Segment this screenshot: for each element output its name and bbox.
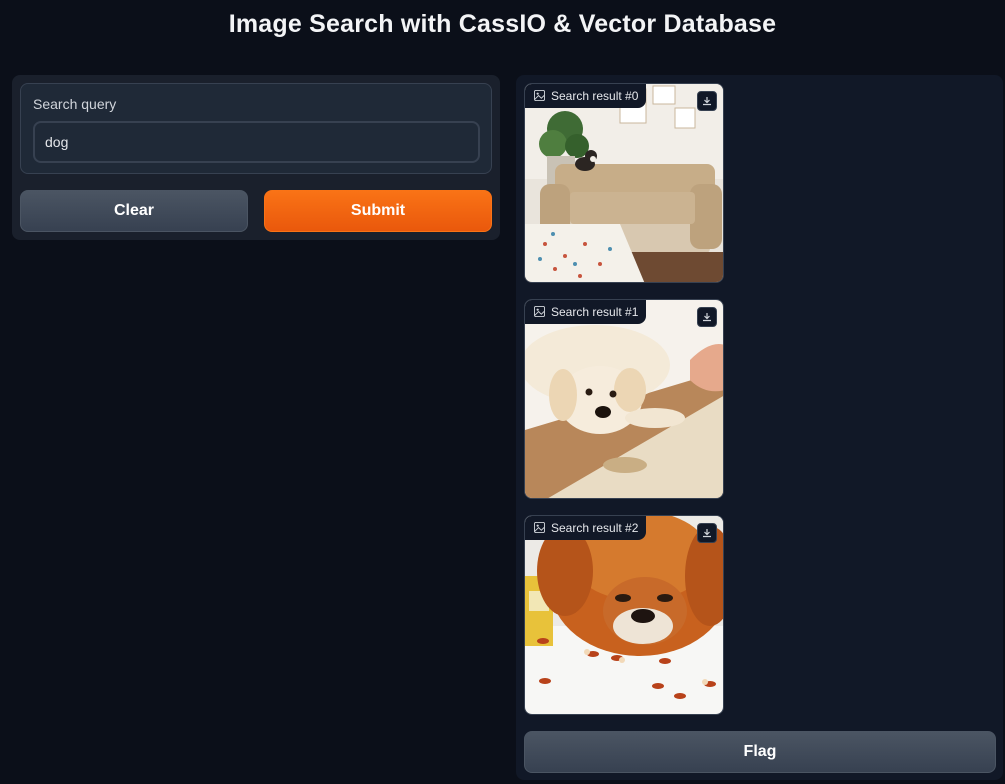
image-icon — [534, 306, 545, 317]
result-image — [525, 516, 723, 714]
image-icon — [534, 90, 545, 101]
search-result-2[interactable]: Search result #2 — [524, 515, 724, 715]
result-image — [525, 84, 723, 282]
download-icon — [703, 529, 711, 538]
download-button[interactable] — [697, 307, 717, 327]
download-button[interactable] — [697, 523, 717, 543]
flag-button[interactable]: Flag — [524, 731, 996, 773]
download-icon — [703, 313, 711, 322]
download-button[interactable] — [697, 91, 717, 111]
search-result-0[interactable]: Search result #0 — [524, 83, 724, 283]
result-label: Search result #1 — [551, 305, 639, 319]
search-input[interactable] — [33, 121, 480, 163]
result-label-badge: Search result #2 — [525, 516, 647, 540]
result-label-badge: Search result #0 — [525, 84, 647, 108]
result-label: Search result #0 — [551, 89, 639, 103]
page-title: Image Search with CassIO & Vector Databa… — [228, 10, 777, 38]
download-icon — [703, 97, 711, 106]
result-label-badge: Search result #1 — [525, 300, 647, 324]
search-query-label: Search query — [33, 96, 117, 112]
submit-button[interactable]: Submit — [264, 190, 492, 232]
image-icon — [534, 522, 545, 533]
result-image — [525, 300, 723, 498]
query-panel: Search query Clear Submit — [12, 75, 500, 240]
search-query-block: Search query — [20, 83, 492, 174]
clear-button[interactable]: Clear — [20, 190, 248, 232]
search-result-1[interactable]: Search result #1 — [524, 299, 724, 499]
result-label: Search result #2 — [551, 521, 639, 535]
results-panel: Search result #0 Search result #1 Search… — [516, 75, 1003, 780]
